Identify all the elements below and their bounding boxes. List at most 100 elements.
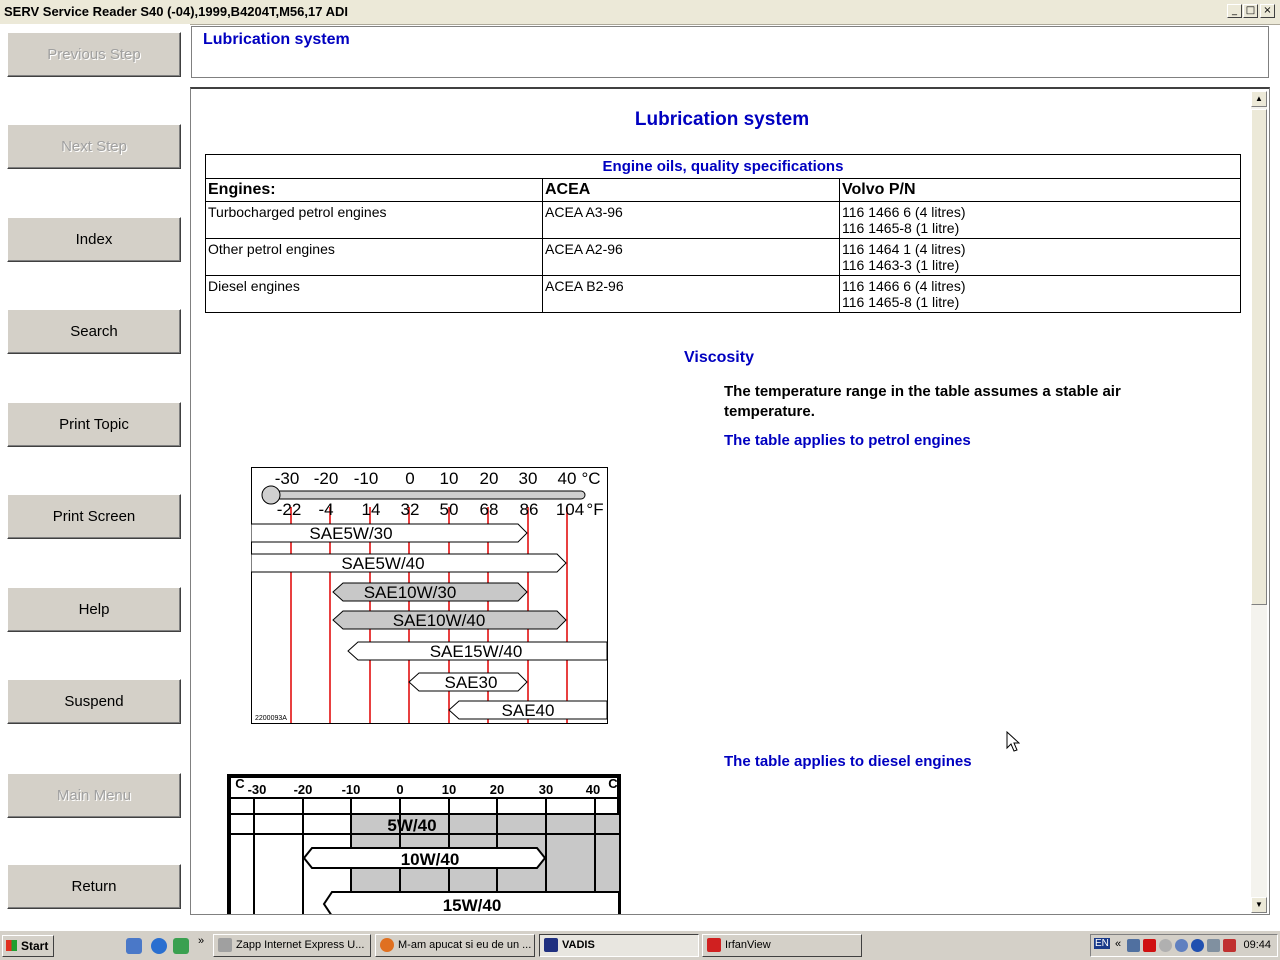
fahrenheit-tick: 86 [520,500,539,519]
cell-acea: ACEA B2-96 [542,275,840,313]
tray-app-icon[interactable] [1191,939,1204,952]
language-indicator[interactable]: EN [1094,938,1110,949]
part-number: 116 1463-3 (1 litre) [842,257,960,273]
taskbar-item-zapp[interactable]: Zapp Internet Express U... [213,934,371,957]
firefox-icon [380,938,394,952]
part-number: 116 1465-8 (1 litre) [842,294,960,310]
taskbar: Start » Zapp Internet Express U... M-am … [0,930,1280,960]
previous-step-button[interactable]: Previous Step [7,32,181,77]
mouse-cursor-icon [1006,731,1020,752]
diesel-celsius-tick: 20 [490,782,504,797]
quicklaunch-app-icon[interactable] [173,938,189,954]
left-nav-panel: Previous Step Next Step Index Search Pri… [0,24,190,930]
celsius-tick: 40 [558,469,577,488]
fahrenheit-unit: °F [586,500,603,519]
diesel-celsius-tick: 10 [442,782,456,797]
start-button[interactable]: Start [2,935,54,957]
grade-label: SAE10W/30 [364,583,457,602]
celsius-tick: 0 [405,469,414,488]
content-pane: Lubrication system Engine oils, quality … [190,87,1270,915]
tray-app-icon[interactable] [1175,939,1188,952]
taskbar-item-irfanview[interactable]: IrfanView [702,934,862,957]
page-title: Lubrication system [634,109,810,130]
vadis-icon [544,938,558,952]
close-button[interactable]: × [1260,4,1275,18]
task-label: IrfanView [725,939,771,951]
celsius-tick: 30 [519,469,538,488]
scroll-thumb[interactable] [1251,109,1267,605]
figure-code: 2200093A [255,715,287,722]
cell-pn: 116 1464 1 (4 litres) 116 1463-3 (1 litre… [839,238,1241,276]
grade-label: SAE5W/30 [309,524,392,543]
system-tray: EN « 09:44 [1090,934,1278,957]
fahrenheit-tick: 14 [362,500,381,519]
topic-header: Lubrication system [191,26,1269,78]
ati-icon[interactable] [1143,939,1156,952]
celsius-tick: -10 [354,469,379,488]
index-button[interactable]: Index [7,217,181,262]
header-acea: ACEA [542,178,840,202]
cell-pn: 116 1466 6 (4 litres) 116 1465-8 (1 litre… [839,275,1241,313]
tray-app-icon[interactable] [1159,939,1172,952]
table-caption: Engine oils, quality specifications [205,154,1241,179]
taskbar-item-firefox[interactable]: M-am apucat si eu de un ... [375,934,535,957]
tray-chevron-icon[interactable]: « [1115,938,1121,950]
diesel-table-note: The table applies to diesel engines [724,753,972,770]
window-title: SERV Service Reader S40 (-04),1999,B4204… [4,4,348,19]
diesel-grade-label: 5W/40 [387,816,436,835]
fahrenheit-tick: -22 [277,500,302,519]
diesel-celsius-tick: 0 [396,782,403,797]
task-label: VADIS [562,939,595,951]
diesel-celsius-tick: -30 [248,782,267,797]
viscosity-heading: Viscosity [684,349,754,366]
volume-icon[interactable] [1207,939,1220,952]
print-screen-button[interactable]: Print Screen [7,494,181,539]
grade-label: SAE5W/40 [341,554,424,573]
thermometer-bar [264,490,586,500]
engine-oil-table: Engine oils, quality specifications Engi… [205,154,1241,313]
search-button[interactable]: Search [7,309,181,354]
cell-engine: Diesel engines [205,275,543,313]
cell-engine: Other petrol engines [205,238,543,276]
scroll-down-arrow-icon[interactable]: ▼ [1251,897,1267,913]
diesel-grade-label: 10W/40 [401,850,460,869]
network-icon[interactable] [1127,939,1140,952]
grade-label: SAE30 [445,673,498,692]
quicklaunch-desktop-icon[interactable] [126,938,142,954]
vertical-scrollbar[interactable]: ▲ ▼ [1251,91,1267,913]
petrol-viscosity-chart: -30 -20 -10 0 10 20 30 40 °C -22 -4 14 3… [251,467,608,724]
header-volvo-pn: Volvo P/N [839,178,1241,202]
temperature-note: The temperature range in the table assum… [724,383,1121,420]
diesel-celsius-tick: 40 [586,782,600,797]
fahrenheit-tick: 104 [556,500,584,519]
next-step-button[interactable]: Next Step [7,124,181,169]
taskbar-item-vadis[interactable]: VADIS [539,934,699,957]
scroll-up-arrow-icon[interactable]: ▲ [1251,91,1267,107]
return-button[interactable]: Return [7,864,181,909]
diesel-unit-left: C [235,776,245,791]
suspend-button[interactable]: Suspend [7,679,181,724]
petrol-table-note: The table applies to petrol engines [724,432,971,449]
grade-label: SAE10W/40 [393,611,486,630]
help-button[interactable]: Help [7,587,181,632]
internet-explorer-icon[interactable] [151,938,167,954]
clock: 09:44 [1243,939,1271,951]
diesel-grade-label: 15W/40 [443,896,502,915]
maximize-button[interactable]: □ [1243,4,1258,18]
fahrenheit-tick: -4 [318,500,333,519]
print-topic-button[interactable]: Print Topic [7,402,181,447]
celsius-tick: 10 [440,469,459,488]
tray-app-icon[interactable] [1223,939,1236,952]
celsius-unit: °C [581,469,600,488]
celsius-tick: -30 [275,469,300,488]
table-row: Diesel engines ACEA B2-96 116 1466 6 (4 … [205,275,1241,313]
diesel-celsius-tick: 30 [539,782,553,797]
quicklaunch-chevron-icon[interactable]: » [198,935,204,947]
grade-label: SAE15W/40 [430,642,523,661]
header-engines: Engines: [205,178,543,202]
grade-label: SAE40 [502,701,555,720]
cell-acea: ACEA A2-96 [542,238,840,276]
diesel-celsius-tick: -20 [294,782,313,797]
main-menu-button[interactable]: Main Menu [7,773,181,818]
minimize-button[interactable]: _ [1227,4,1242,18]
